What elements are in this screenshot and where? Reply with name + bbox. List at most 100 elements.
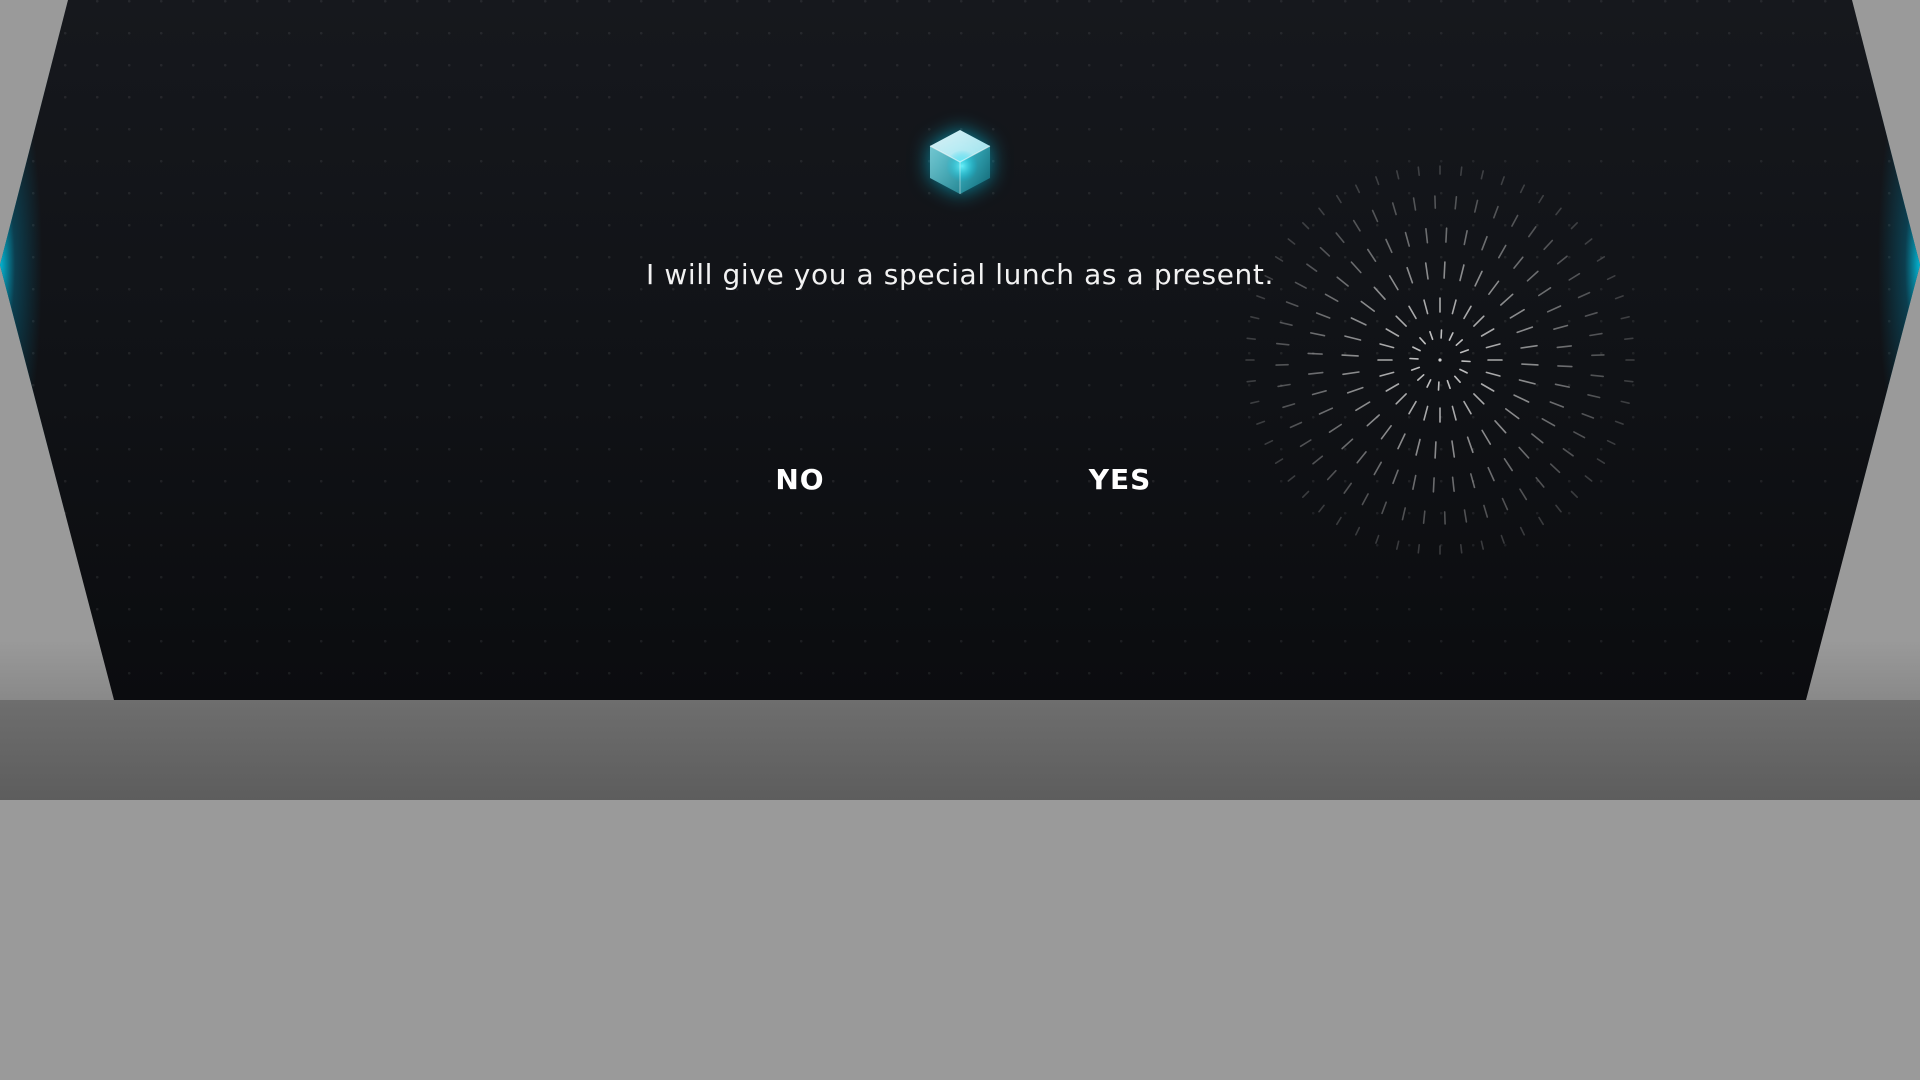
- starburst-ray: [1422, 510, 1426, 525]
- starburst-ray: [1454, 195, 1458, 210]
- starburst-ray: [1274, 458, 1284, 465]
- starburst-ray: [1279, 321, 1293, 326]
- starburst-ray: [1620, 316, 1630, 320]
- starburst-ray: [1417, 374, 1425, 381]
- game-screen: I will give you a special lunch as a pre…: [0, 0, 1920, 1080]
- starburst-ray: [1516, 326, 1534, 334]
- starburst-ray: [1308, 371, 1324, 375]
- starburst-ray: [1535, 476, 1545, 488]
- starburst-ray: [1562, 447, 1574, 457]
- starburst-ray: [1557, 365, 1573, 368]
- starburst-ray: [1412, 474, 1417, 491]
- starburst-ray: [1537, 287, 1552, 297]
- starburst-ray: [1302, 222, 1310, 230]
- starburst-ray: [1371, 209, 1379, 223]
- starburst-ray: [1531, 433, 1544, 444]
- starburst-ray: [1350, 261, 1362, 274]
- starburst-ray: [1335, 232, 1345, 244]
- starburst-ray: [1379, 343, 1395, 349]
- starburst-ray: [1336, 194, 1342, 204]
- starburst-ray: [1311, 390, 1327, 396]
- starburst-ray: [1488, 280, 1500, 295]
- starburst-ray: [1264, 275, 1274, 281]
- starburst-ray: [1584, 475, 1593, 482]
- starburst-ray: [1589, 332, 1603, 337]
- yes-button[interactable]: YES: [1040, 460, 1200, 500]
- starburst-ray: [1543, 239, 1554, 251]
- starburst-ray: [1432, 477, 1435, 493]
- starburst-ray: [1396, 540, 1400, 550]
- starburst-ray: [1459, 264, 1465, 282]
- starburst-ray: [1546, 305, 1562, 313]
- starburst-ray: [1481, 235, 1488, 251]
- starburst-ray: [1518, 379, 1536, 385]
- no-button[interactable]: NO: [720, 460, 880, 500]
- starburst-ray: [1277, 383, 1291, 388]
- starburst-ray: [1554, 383, 1571, 388]
- starburst-ray: [1423, 405, 1429, 421]
- starburst-ray: [1401, 507, 1406, 521]
- starburst-ray: [1412, 346, 1421, 352]
- starburst-ray: [1287, 238, 1296, 245]
- starburst-ray: [1487, 466, 1495, 482]
- starburst-ray: [1446, 379, 1451, 390]
- starburst-ray: [1519, 488, 1528, 501]
- starburst-ray: [1412, 197, 1417, 211]
- starburst-ray: [1410, 366, 1421, 371]
- starburst-ray: [1341, 438, 1354, 450]
- starburst-ray: [1355, 526, 1361, 536]
- starburst-ray: [1459, 349, 1470, 354]
- starburst-ray: [1469, 473, 1476, 489]
- starburst-ray: [1584, 238, 1593, 245]
- starburst-ray: [1451, 299, 1457, 315]
- starburst-ray: [1541, 417, 1556, 427]
- starburst-ray: [1473, 315, 1485, 327]
- starburst-ray: [1623, 380, 1634, 383]
- starburst-ray: [1451, 476, 1455, 493]
- starburst-ray: [1312, 455, 1324, 465]
- starburst-ray: [1285, 301, 1299, 307]
- starburst-ray: [1556, 255, 1568, 265]
- starburst-center: [1438, 358, 1442, 362]
- starburst-ray: [1287, 475, 1296, 482]
- starburst-ray: [1246, 337, 1257, 340]
- starburst-ray: [1606, 439, 1616, 446]
- starburst-ray: [1310, 332, 1326, 337]
- starburst-ray: [1385, 383, 1400, 392]
- starburst-ray: [1480, 540, 1485, 550]
- starburst-ray: [1315, 312, 1331, 319]
- starburst-ray: [1520, 344, 1538, 349]
- starburst-ray: [1463, 230, 1468, 246]
- starburst-ray: [1501, 497, 1509, 511]
- starburst-ray: [1448, 332, 1454, 341]
- starburst-ray: [1417, 166, 1420, 177]
- starburst-ray: [1526, 270, 1539, 282]
- starburst-ray: [1306, 263, 1318, 272]
- starburst-icon: [1245, 165, 1635, 555]
- starburst-ray: [1373, 286, 1386, 300]
- starburst-ray: [1250, 316, 1260, 320]
- starburst-ray: [1483, 504, 1489, 518]
- starburst-ray: [1336, 516, 1342, 526]
- starburst-ray: [1555, 504, 1562, 513]
- starburst-ray: [1480, 328, 1495, 337]
- starburst-ray: [1623, 337, 1634, 340]
- starburst-ray: [1553, 324, 1569, 330]
- starburst-ray: [1549, 463, 1561, 474]
- starburst-ray: [1451, 405, 1457, 421]
- starburst-ray: [1276, 342, 1290, 346]
- starburst-ray: [1425, 228, 1429, 244]
- starburst-ray: [1415, 438, 1421, 456]
- starburst-ray: [1355, 184, 1361, 194]
- starburst-ray: [1480, 170, 1485, 180]
- starburst-ray: [1549, 401, 1565, 408]
- starburst-ray: [1473, 393, 1485, 405]
- crystal-cube-icon: [922, 124, 998, 200]
- starburst-ray: [1577, 291, 1591, 299]
- starburst-ray: [1459, 166, 1463, 177]
- starburst-ray: [1395, 393, 1407, 405]
- starburst-ray: [1282, 403, 1296, 409]
- starburst-ray: [1256, 420, 1266, 425]
- starburst-ray: [1367, 248, 1377, 262]
- starburst-ray: [1504, 408, 1520, 420]
